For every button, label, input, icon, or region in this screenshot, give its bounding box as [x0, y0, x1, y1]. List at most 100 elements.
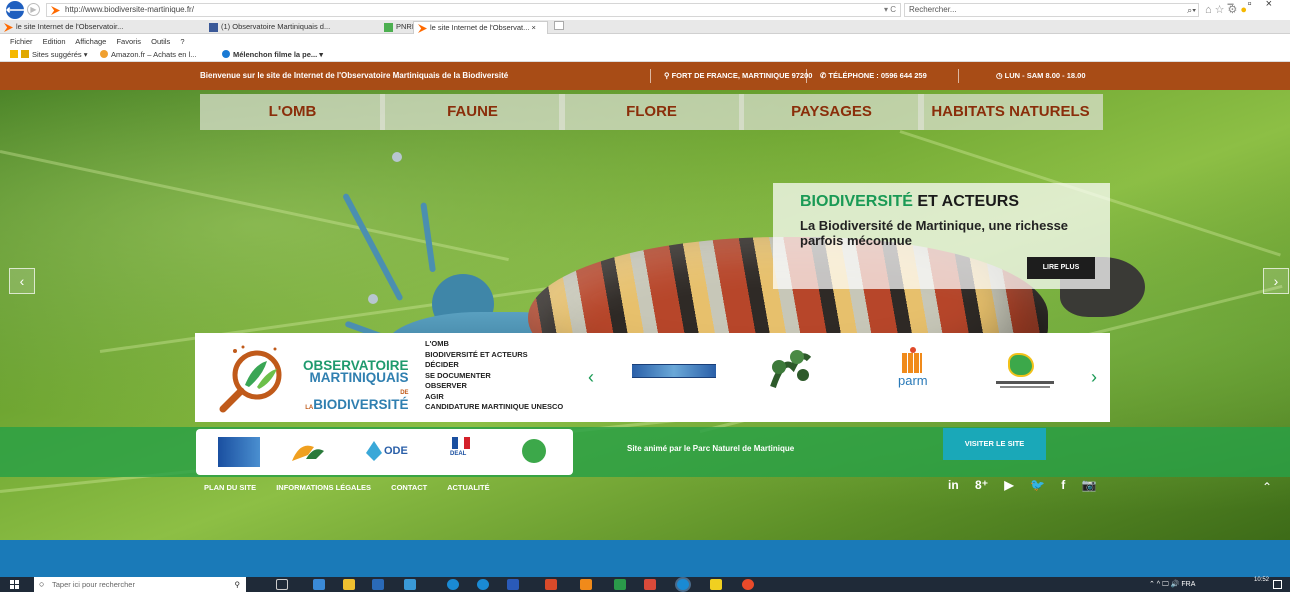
page-viewport: Bienvenue sur le site de Internet de l'O… — [0, 62, 1290, 577]
notifications-icon[interactable] — [1273, 580, 1282, 589]
deal-text: DEAL — [450, 451, 467, 457]
fav-sites-suggeres[interactable]: Sites suggérés ▾ — [10, 48, 87, 62]
omb-menu-item[interactable]: AGIR — [425, 392, 563, 403]
ode-logo[interactable]: ODE — [366, 437, 416, 467]
tab-label: le site Internet de l'Observat... × — [430, 23, 536, 32]
bird-icon — [292, 445, 324, 461]
address-bar[interactable]: http://www.biodiversite-martinique.fr/ ▾… — [46, 3, 901, 17]
omb-menu-item[interactable]: DÉCIDER — [425, 360, 563, 371]
home-icon[interactable]: ⌂ — [1205, 4, 1215, 16]
instagram-icon[interactable]: 📷 — [1082, 478, 1097, 492]
excel-icon[interactable] — [614, 579, 626, 590]
fav-label: Amazon.fr – Achats en l... — [111, 50, 197, 59]
firefox-icon[interactable] — [742, 579, 754, 590]
file-explorer-icon[interactable] — [343, 579, 355, 590]
twitter-icon[interactable]: 🐦 — [1030, 478, 1045, 492]
menu-edition[interactable]: Edition — [43, 37, 66, 46]
store-icon[interactable] — [372, 579, 384, 590]
edge-icon[interactable] — [447, 579, 459, 590]
nav-faune[interactable]: FAUNE — [380, 94, 565, 130]
sticky-notes-icon[interactable] — [710, 579, 722, 590]
footer-actualite[interactable]: ACTUALITÉ — [447, 483, 490, 492]
phone-text: TÉLÉPHONE : 0596 644 259 — [828, 71, 927, 80]
partners-next-button[interactable]: › — [1091, 367, 1097, 388]
maximize-icon[interactable]: ▫ — [1248, 0, 1266, 10]
partner-logo-parm[interactable]: parm — [882, 347, 944, 397]
slider-prev-button[interactable]: ‹ — [9, 268, 35, 294]
fav-melenchon[interactable]: Mélenchon filme la pe... ▾ — [222, 48, 323, 62]
omb-menu-item[interactable]: BIODIVERSITÉ ET ACTEURS — [425, 350, 563, 361]
partner-logo-plants[interactable] — [763, 347, 817, 393]
lire-plus-button[interactable]: LIRE PLUS — [1027, 257, 1095, 279]
welcome-text: Bienvenue sur le site de Internet de l'O… — [200, 71, 509, 80]
windows-start-icon[interactable] — [10, 580, 20, 590]
app-icon-9[interactable] — [580, 579, 592, 590]
scroll-top-button[interactable]: ⌃ — [1262, 480, 1272, 494]
microphone-icon[interactable]: ⚲ — [235, 577, 241, 592]
facebook-icon[interactable]: f — [1061, 478, 1065, 492]
omb-menu-item[interactable]: L'OMB — [425, 339, 563, 350]
app-icon-1[interactable] — [313, 579, 325, 590]
taskbar-clock[interactable]: 10:52 — [1254, 577, 1269, 584]
nav-habitats-naturels[interactable]: HABITATS NATURELS — [918, 94, 1103, 130]
visiter-le-site-button[interactable]: VISITER LE SITE — [943, 428, 1046, 460]
tab-1[interactable]: le site Internet de l'Observatoir... — [0, 21, 205, 34]
sponsor-logos: ODE DEAL — [196, 429, 573, 475]
menu-help[interactable]: ? — [180, 37, 184, 46]
youtube-icon[interactable]: ▶ — [1004, 478, 1013, 492]
menu-fichier[interactable]: Fichier — [10, 37, 33, 46]
task-view-icon[interactable] — [276, 579, 288, 590]
address-text: FORT DE FRANCE, MARTINIQUE 97200 — [671, 71, 813, 80]
partner-logo-community[interactable] — [988, 347, 1060, 397]
browser-search-input[interactable]: Rechercher... ⌕▾ — [904, 3, 1199, 17]
nav-omb[interactable]: L'OMB — [200, 94, 385, 130]
biodiversity-partner-logo[interactable] — [288, 437, 340, 467]
ie-active-icon[interactable] — [677, 579, 689, 590]
forward-button[interactable]: ▶ — [27, 3, 40, 16]
star-icon[interactable]: ☆ — [1215, 4, 1228, 16]
close-icon[interactable]: × — [1266, 0, 1286, 10]
ie-icon[interactable] — [477, 579, 489, 590]
back-button[interactable]: ⟵ — [6, 1, 25, 19]
linkedin-icon[interactable]: in — [948, 478, 959, 492]
footer-plan-du-site[interactable]: PLAN DU SITE — [204, 483, 256, 492]
footer-informations-legales[interactable]: INFORMATIONS LÉGALES — [276, 483, 371, 492]
fav-amazon[interactable]: Amazon.fr – Achats en l... — [100, 48, 196, 62]
taskbar-search-input[interactable]: ○ Taper ici pour rechercher ⚲ — [34, 577, 246, 592]
partners-prev-button[interactable]: ‹ — [588, 367, 594, 388]
omb-menu-item[interactable]: OBSERVER — [425, 381, 563, 392]
menu-bar: Fichier Edition Affichage Favoris Outils… — [0, 35, 1290, 48]
browser-toolbar: ⟵ ▶ http://www.biodiversite-martinique.f… — [0, 0, 1290, 20]
minimize-icon[interactable]: – — [1228, 0, 1248, 10]
new-tab-button[interactable] — [550, 21, 570, 34]
tab-2[interactable]: (1) Observatoire Martiniquais d... — [205, 21, 380, 34]
omb-logo[interactable]: OBSERVATOIRE MARTINIQUAIS DE LABIODIVERS… — [215, 341, 409, 413]
omb-menu-item[interactable]: CANDIDATURE MARTINIQUE UNESCO — [425, 402, 563, 413]
nav-paysages[interactable]: PAYSAGES — [739, 94, 924, 130]
powerpoint-icon[interactable] — [644, 579, 656, 590]
partner-logo-banner[interactable] — [632, 364, 716, 378]
menu-outils[interactable]: Outils — [151, 37, 170, 46]
partners-panel: OBSERVATOIRE MARTINIQUAIS DE LABIODIVERS… — [195, 333, 1110, 422]
nav-flore[interactable]: FLORE — [559, 94, 744, 130]
acrobat-icon[interactable] — [545, 579, 557, 590]
slider-next-button[interactable]: › — [1263, 268, 1289, 294]
omb-menu-item[interactable]: SE DOCUMENTER — [425, 371, 563, 382]
app-icon-4[interactable] — [404, 579, 416, 590]
community-map-icon — [1008, 353, 1034, 377]
windows-taskbar: ○ Taper ici pour rechercher ⚲ ⌃ ^ 🖵 🔊 FR… — [0, 577, 1290, 592]
google-plus-icon[interactable]: 8⁺ — [975, 478, 988, 492]
word-icon[interactable] — [507, 579, 519, 590]
footer-contact[interactable]: CONTACT — [391, 483, 427, 492]
refresh-icon[interactable]: ▾ C — [884, 4, 896, 16]
tab-4-active[interactable]: le site Internet de l'Observat... × — [413, 21, 548, 34]
search-icon[interactable]: ⌕▾ — [1187, 4, 1196, 16]
menu-favoris[interactable]: Favoris — [116, 37, 141, 46]
pnm-logo[interactable] — [520, 437, 548, 467]
europe-logo[interactable] — [218, 437, 260, 467]
deal-logo[interactable]: DEAL — [448, 437, 474, 467]
system-tray[interactable]: ⌃ ^ 🖵 🔊 FRA — [1149, 577, 1195, 592]
fav-label: Sites suggérés ▾ — [32, 50, 88, 59]
menu-affichage[interactable]: Affichage — [75, 37, 106, 46]
hours-info: ◷ LUN - SAM 8.00 - 18.00 — [996, 62, 1086, 90]
